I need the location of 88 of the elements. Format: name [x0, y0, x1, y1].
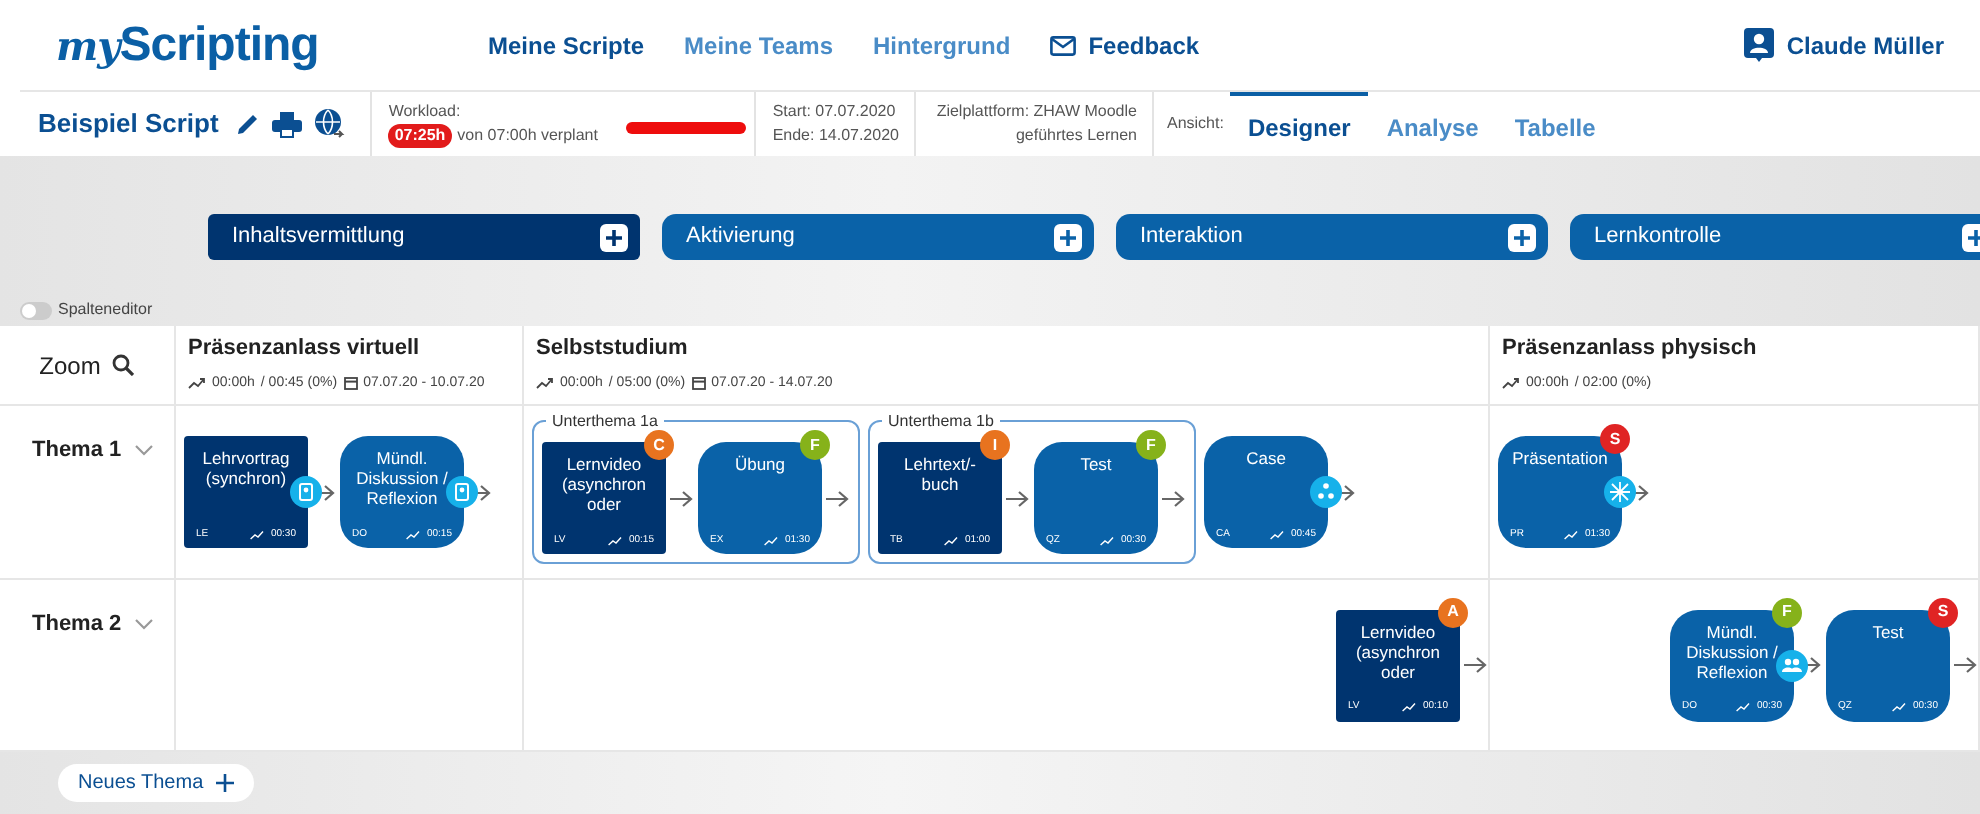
category-button[interactable]: Aktivierung	[662, 214, 1094, 260]
zoom-label: Zoom	[39, 349, 101, 383]
activity-title: Case	[1244, 448, 1288, 472]
trend-icon	[1736, 702, 1751, 713]
network-icon	[1604, 476, 1636, 508]
activity-title: Mündl. Diskussion / Reflexion	[1684, 621, 1780, 686]
trend-icon	[1402, 702, 1417, 713]
trend-icon	[188, 376, 206, 391]
activity-title: Lehrvortrag (synchron)	[200, 448, 292, 493]
category-button[interactable]: Lernkontrolle	[1570, 214, 1980, 260]
trend-icon	[1100, 535, 1115, 546]
arrow-icon	[826, 489, 850, 507]
search-icon[interactable]	[112, 354, 135, 376]
end-date: Ende: 14.07.2020	[772, 124, 899, 148]
arrow-icon	[1162, 489, 1186, 507]
view-tab[interactable]: Tabelle	[1496, 92, 1614, 156]
learning-mode: geführtes Lernen	[1013, 124, 1137, 148]
calendar-icon	[343, 376, 358, 391]
workload-label: Workload:	[388, 100, 463, 124]
trend-icon	[608, 535, 623, 546]
activity-title: Test	[1870, 621, 1906, 645]
badge-letter: F	[1772, 597, 1802, 627]
feedback-link[interactable]: Feedback	[1050, 27, 1200, 63]
trend-icon	[944, 535, 959, 546]
trend-icon	[250, 529, 265, 540]
trend-icon	[1892, 702, 1907, 713]
logo-text: myScripting	[56, 15, 321, 75]
phase-title: Selbststudium	[536, 334, 690, 364]
script-title: Beispiel Script	[38, 106, 219, 143]
badge-letter: C	[644, 430, 674, 460]
view-label: Ansicht:	[1166, 112, 1224, 136]
envelope-icon	[1050, 35, 1077, 55]
arrow-icon	[1006, 489, 1030, 507]
activity-title: Übung	[732, 454, 788, 478]
pencil-icon[interactable]	[236, 112, 261, 136]
start-date: Start: 07.07.2020	[772, 100, 898, 124]
group-icon	[1776, 649, 1808, 681]
view-tab[interactable]: Analyse	[1368, 92, 1497, 156]
calendar-icon	[691, 376, 706, 391]
printer-icon[interactable]	[272, 111, 303, 137]
theme-title: Thema 1	[32, 436, 122, 466]
chevron-icon[interactable]	[133, 444, 154, 457]
plus-icon	[1054, 223, 1082, 251]
trend-icon	[1270, 529, 1285, 540]
badge-letter: F	[800, 430, 830, 460]
trend-icon	[1502, 376, 1520, 391]
theme-title: Thema 2	[32, 610, 122, 640]
badge-letter: S	[1600, 424, 1630, 454]
category-button[interactable]: Interaktion	[1116, 214, 1548, 260]
chevron-icon[interactable]	[133, 618, 154, 631]
subtopic-label: Unterthema 1a	[546, 410, 664, 432]
user-name[interactable]: Claude Müller	[1786, 27, 1944, 63]
category-button[interactable]: Inhaltsvermittlung	[208, 214, 640, 260]
nav-link[interactable]: Hintergrund	[873, 27, 1011, 63]
plus-icon	[1508, 223, 1536, 251]
toggle-label: Spalteneditor	[58, 298, 153, 322]
activity-title: Test	[1078, 454, 1114, 478]
activity-title: Präsentation	[1510, 448, 1610, 472]
workload-text: von 07:00h verplant	[457, 124, 598, 148]
trend-icon	[764, 535, 779, 546]
badge-letter: S	[1928, 597, 1958, 627]
badge-letter: I	[980, 430, 1010, 460]
arrow-icon	[1954, 656, 1978, 674]
new-theme-button[interactable]: Neues Thema	[58, 764, 254, 802]
workload-badge: 07:25h	[388, 124, 452, 148]
plus-icon	[600, 223, 628, 251]
nav-link[interactable]: Meine Teams	[684, 27, 834, 63]
target-platform: Zielplattform: ZHAW Moodle	[934, 100, 1137, 124]
toggle-switch[interactable]	[20, 301, 52, 319]
badge-letter: F	[1136, 430, 1166, 460]
activity-title: Lernvideo (asynchron oder	[1353, 621, 1443, 686]
trend-icon	[406, 529, 421, 540]
subtopic-label: Unterthema 1b	[882, 410, 1000, 432]
activity-title: Lernvideo (asynchron oder	[559, 454, 649, 519]
user-icon	[1744, 28, 1775, 62]
dots-icon	[1310, 476, 1342, 508]
trend-icon	[1564, 529, 1579, 540]
globe-share-icon[interactable]	[314, 108, 347, 140]
phase-title: Präsenzanlass virtuell	[188, 334, 422, 364]
activity-title: Mündl. Diskussion / Reflexion	[354, 448, 450, 513]
plus-icon	[215, 774, 234, 792]
phase-title: Präsenzanlass physisch	[1502, 334, 1759, 364]
arrow-icon	[670, 489, 694, 507]
activity-title: Lehrtext/-buch	[902, 454, 978, 499]
trend-icon	[536, 376, 554, 391]
badge-letter: A	[1438, 597, 1468, 627]
arrow-icon	[1464, 656, 1488, 674]
nav-link[interactable]: Meine Scripte	[488, 27, 645, 63]
